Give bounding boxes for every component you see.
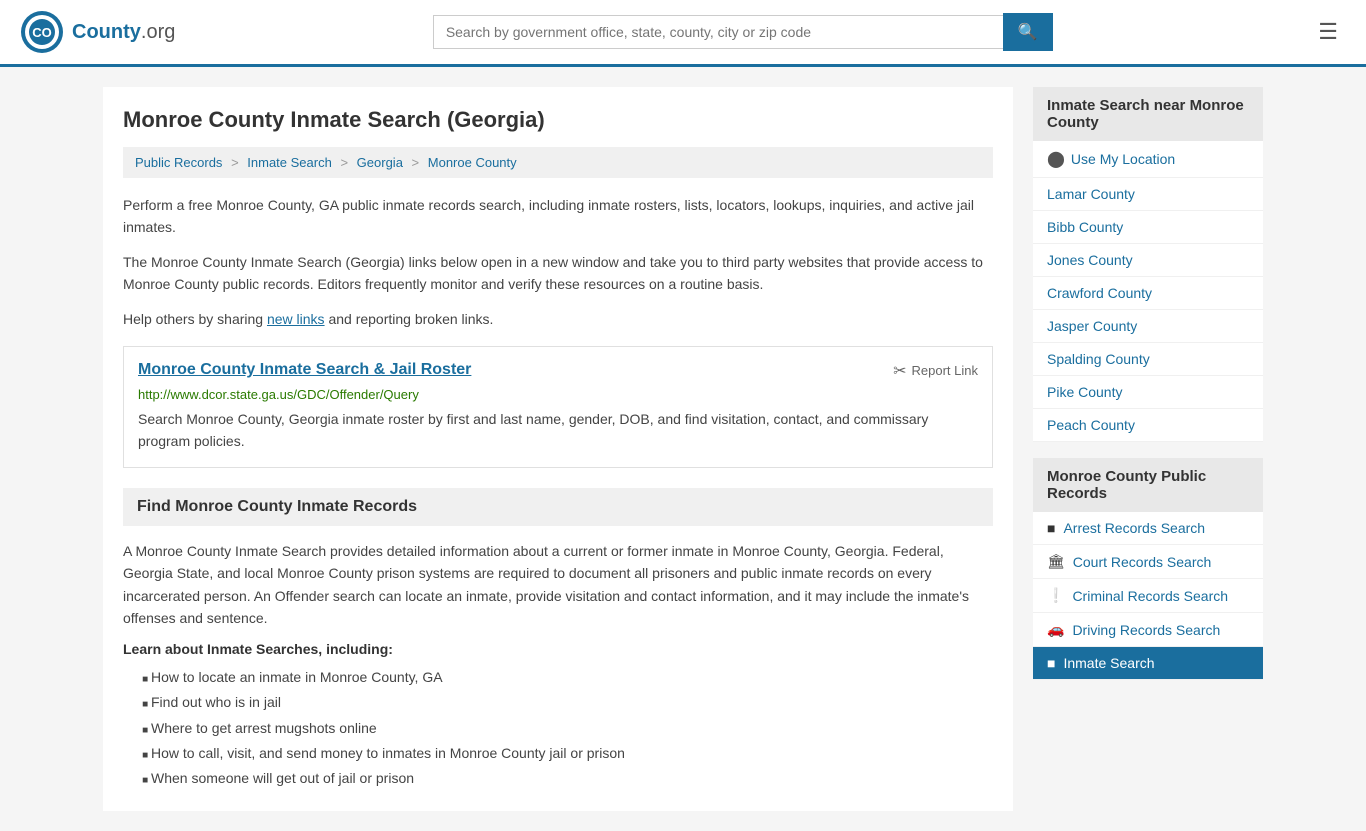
logo-area: CO County.org bbox=[20, 10, 175, 54]
logo-text: County.org bbox=[72, 21, 175, 44]
list-item: How to call, visit, and send money to in… bbox=[151, 741, 993, 766]
link-card: Monroe County Inmate Search & Jail Roste… bbox=[123, 346, 993, 468]
search-input[interactable] bbox=[433, 15, 1003, 49]
sidebar: Inmate Search near Monroe County ⬤ Use M… bbox=[1033, 87, 1263, 811]
sidebar-records-header: Monroe County Public Records bbox=[1033, 458, 1263, 512]
scissors-icon: ✂ bbox=[893, 361, 906, 381]
report-link-button[interactable]: ✂ Report Link bbox=[893, 361, 978, 381]
link-url[interactable]: http://www.dcor.state.ga.us/GDC/Offender… bbox=[138, 387, 978, 402]
search-button[interactable]: 🔍 bbox=[1003, 13, 1053, 51]
svg-text:CO: CO bbox=[32, 25, 52, 40]
list-item: Where to get arrest mugshots online bbox=[151, 716, 993, 741]
sidebar-item[interactable]: Lamar County bbox=[1033, 178, 1263, 211]
location-pin-icon: ⬤ bbox=[1047, 149, 1065, 169]
learn-label: Learn about Inmate Searches, including: bbox=[123, 641, 993, 657]
record-link[interactable]: Driving Records Search bbox=[1072, 622, 1220, 638]
learn-list: How to locate an inmate in Monroe County… bbox=[151, 665, 993, 791]
record-link[interactable]: Inmate Search bbox=[1063, 655, 1154, 671]
sidebar-county-link[interactable]: Pike County bbox=[1047, 384, 1122, 400]
sidebar-records-list: ■ Arrest Records Search 🏛 Court Records Sea… bbox=[1033, 512, 1263, 680]
list-item: When someone will get out of jail or pri… bbox=[151, 766, 993, 791]
list-item: How to locate an inmate in Monroe County… bbox=[151, 665, 993, 690]
sidebar-county-link[interactable]: Crawford County bbox=[1047, 285, 1152, 301]
breadcrumb-georgia[interactable]: Georgia bbox=[357, 155, 403, 170]
record-icon: 🏛 bbox=[1047, 553, 1065, 570]
sidebar-use-location[interactable]: ⬤ Use My Location bbox=[1033, 141, 1263, 178]
description-2: The Monroe County Inmate Search (Georgia… bbox=[123, 251, 993, 296]
link-card-title[interactable]: Monroe County Inmate Search & Jail Roste… bbox=[138, 361, 471, 379]
report-label: Report Link bbox=[912, 363, 978, 378]
breadcrumb-inmate-search[interactable]: Inmate Search bbox=[247, 155, 332, 170]
sidebar-county-link[interactable]: Lamar County bbox=[1047, 186, 1135, 202]
new-links-link[interactable]: new links bbox=[267, 311, 325, 327]
sidebar-county-link[interactable]: Peach County bbox=[1047, 417, 1135, 433]
page-title: Monroe County Inmate Search (Georgia) bbox=[123, 107, 993, 133]
link-description: Search Monroe County, Georgia inmate ros… bbox=[138, 408, 978, 453]
record-link[interactable]: Criminal Records Search bbox=[1072, 588, 1228, 604]
sidebar-nearby-counties: Lamar County Bibb County Jones County Crawf… bbox=[1033, 178, 1263, 442]
sidebar-item[interactable]: Pike County bbox=[1033, 376, 1263, 409]
find-section-header: Find Monroe County Inmate Records bbox=[123, 488, 993, 526]
record-icon: ■ bbox=[1047, 655, 1055, 671]
sidebar-records-item[interactable]: ■ Arrest Records Search bbox=[1033, 512, 1263, 545]
sidebar-county-link[interactable]: Jones County bbox=[1047, 252, 1133, 268]
description-1: Perform a free Monroe County, GA public … bbox=[123, 194, 993, 239]
sidebar-records-item[interactable]: ❕ Criminal Records Search bbox=[1033, 579, 1263, 613]
record-link[interactable]: Court Records Search bbox=[1073, 554, 1212, 570]
logo-icon: CO bbox=[20, 10, 64, 54]
record-icon: ■ bbox=[1047, 520, 1055, 536]
description-3: Help others by sharing new links and rep… bbox=[123, 308, 993, 330]
sidebar-county-link[interactable]: Jasper County bbox=[1047, 318, 1137, 334]
sidebar-item[interactable]: Jasper County bbox=[1033, 310, 1263, 343]
sidebar-county-link[interactable]: Spalding County bbox=[1047, 351, 1150, 367]
sidebar-county-link[interactable]: Bibb County bbox=[1047, 219, 1123, 235]
sidebar-item[interactable]: Bibb County bbox=[1033, 211, 1263, 244]
sidebar-nearby-header: Inmate Search near Monroe County bbox=[1033, 87, 1263, 141]
breadcrumb: Public Records > Inmate Search > Georgia… bbox=[123, 147, 993, 178]
use-location-link[interactable]: Use My Location bbox=[1071, 151, 1175, 167]
find-body-text: A Monroe County Inmate Search provides d… bbox=[123, 540, 993, 630]
sidebar-item[interactable]: Spalding County bbox=[1033, 343, 1263, 376]
list-item: Find out who is in jail bbox=[151, 690, 993, 715]
breadcrumb-public-records[interactable]: Public Records bbox=[135, 155, 222, 170]
sidebar-records-section: Monroe County Public Records ■ Arrest Rec… bbox=[1033, 458, 1263, 680]
sidebar-item[interactable]: Crawford County bbox=[1033, 277, 1263, 310]
sidebar-item[interactable]: Peach County bbox=[1033, 409, 1263, 442]
sidebar-records-item[interactable]: ■ Inmate Search bbox=[1033, 647, 1263, 680]
sidebar-records-item[interactable]: 🏛 Court Records Search bbox=[1033, 545, 1263, 579]
search-area: 🔍 bbox=[433, 13, 1053, 51]
sidebar-item[interactable]: Jones County bbox=[1033, 244, 1263, 277]
sidebar-nearby-section: Inmate Search near Monroe County ⬤ Use M… bbox=[1033, 87, 1263, 442]
menu-button[interactable]: ☰ bbox=[1310, 15, 1346, 49]
sidebar-records-item[interactable]: 🚗 Driving Records Search bbox=[1033, 613, 1263, 647]
record-link[interactable]: Arrest Records Search bbox=[1063, 520, 1205, 536]
record-icon: 🚗 bbox=[1047, 621, 1064, 638]
breadcrumb-monroe-county[interactable]: Monroe County bbox=[428, 155, 517, 170]
record-icon: ❕ bbox=[1047, 587, 1064, 604]
